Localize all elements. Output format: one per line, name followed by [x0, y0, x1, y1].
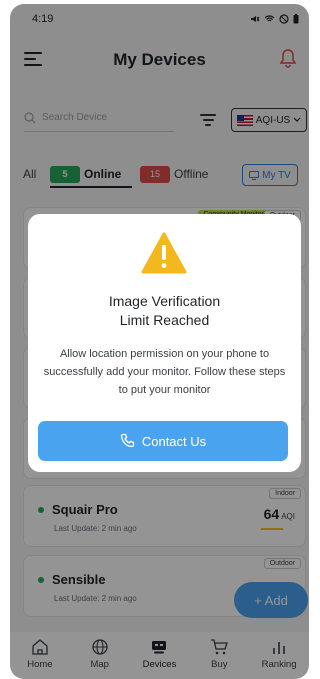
dialog-title: Image Verification Limit Reached	[48, 292, 281, 330]
phone-screen: 4:19 My Devices Search Device AQI-US All…	[10, 4, 309, 679]
dialog-title-line1: Image Verification	[108, 293, 221, 309]
verification-limit-dialog: Image Verification Limit Reached Allow l…	[28, 214, 301, 472]
dialog-message: Allow location permission on your phone …	[43, 348, 286, 396]
warning-icon	[141, 232, 187, 274]
dialog-title-line2: Limit Reached	[119, 312, 210, 328]
phone-icon	[120, 433, 134, 448]
contact-us-button[interactable]: Contact Us	[38, 421, 288, 461]
contact-us-label: Contact Us	[141, 433, 207, 449]
